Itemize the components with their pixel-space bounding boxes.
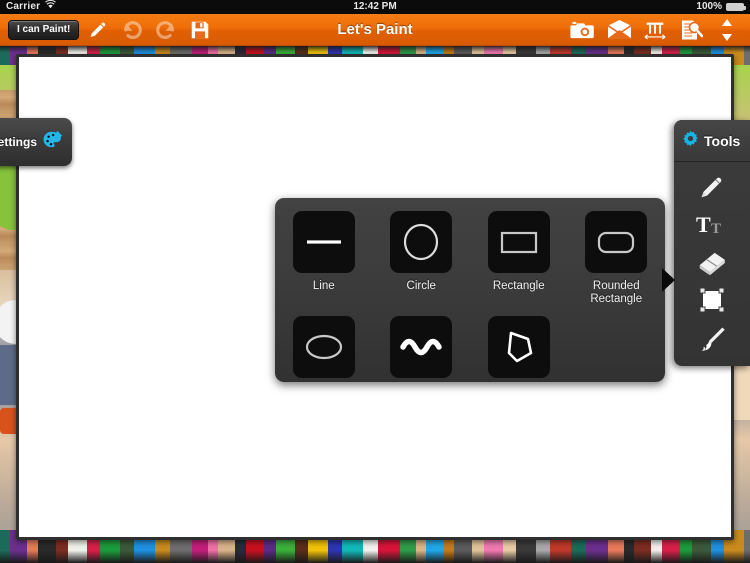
shape-label: Rounded Rectangle: [590, 280, 643, 305]
mail-icon[interactable]: [604, 15, 634, 45]
shape-option-wave[interactable]: [373, 316, 471, 382]
paintbrush-tool-icon[interactable]: [674, 320, 750, 358]
undo-icon[interactable]: [117, 15, 147, 45]
pencil-tool-icon[interactable]: [674, 168, 750, 206]
camera-icon[interactable]: [568, 15, 598, 45]
shape-option-empty: [568, 316, 666, 382]
svg-text:T: T: [696, 212, 711, 237]
lets-paint-app: Carrier 12:42 PM 100% I can Paint! Let's…: [0, 0, 750, 563]
gear-icon: [682, 130, 699, 152]
pencil-icon[interactable]: [83, 15, 113, 45]
pencil-swatch: [0, 45, 10, 65]
shape-option-rectangle[interactable]: Rectangle: [470, 211, 568, 306]
pencil-swatch: [744, 45, 750, 65]
text-tool-icon[interactable]: T T: [674, 206, 750, 244]
circle-shape-icon: [390, 211, 453, 273]
redo-icon[interactable]: [151, 15, 181, 45]
rectangle-shape-icon: [487, 211, 550, 273]
shape-label: Circle: [406, 280, 436, 292]
shape-option-rounded-rectangle[interactable]: Rounded Rectangle: [568, 211, 666, 306]
ellipse-shape-icon: [292, 316, 355, 378]
status-bar: Carrier 12:42 PM 100%: [0, 0, 750, 14]
line-shape-icon: [292, 211, 355, 273]
settings-tab[interactable]: Settings: [0, 118, 72, 166]
polygon-shape-icon: [487, 316, 550, 378]
shape-option-circle[interactable]: Circle: [373, 211, 471, 306]
toolbar-left-group: I can Paint!: [8, 15, 215, 45]
eraser-tool-icon[interactable]: [674, 244, 750, 282]
selection-tool-icon[interactable]: [674, 282, 750, 320]
main-toolbar: I can Paint! Let's Paint: [0, 14, 750, 46]
save-icon[interactable]: [185, 15, 215, 45]
rounded-rectangle-shape-icon: [585, 211, 648, 273]
shape-label: Line: [312, 280, 335, 292]
wave-shape-icon: [390, 316, 453, 378]
carrier-label: Carrier: [6, 1, 41, 12]
pencil-swatch: [744, 530, 750, 563]
updown-arrows-icon[interactable]: [712, 15, 742, 45]
ruler-icon[interactable]: [640, 15, 670, 45]
tools-panel-header: Tools: [674, 120, 750, 162]
tools-panel-pointer: [662, 268, 675, 292]
pencil-swatch: [0, 530, 10, 563]
wifi-icon: [45, 0, 57, 14]
shapes-grid: Line Circle Rectangle Rounded Rectangle: [275, 211, 665, 382]
document-search-icon[interactable]: [676, 15, 706, 45]
battery-full-icon: [726, 3, 746, 11]
palette-brush-icon: [42, 129, 64, 156]
shapes-popover: Line Circle Rectangle Rounded Rectangle: [275, 198, 665, 382]
tools-panel: Tools T T: [662, 120, 750, 366]
shape-label: Rectangle: [492, 280, 545, 292]
tools-list: T T: [674, 162, 750, 366]
settings-tab-label: Settings: [0, 135, 37, 149]
shape-option-polygon[interactable]: [470, 316, 568, 382]
i-can-paint-button[interactable]: I can Paint!: [8, 19, 80, 40]
toolbar-right-group: [562, 15, 742, 45]
shape-option-line[interactable]: Line: [275, 211, 373, 306]
status-time: 12:42 PM: [353, 1, 397, 12]
svg-text:T: T: [711, 221, 721, 237]
tools-panel-title: Tools: [704, 132, 741, 149]
battery-percent: 100%: [696, 1, 722, 12]
shape-option-ellipse[interactable]: [275, 316, 373, 382]
